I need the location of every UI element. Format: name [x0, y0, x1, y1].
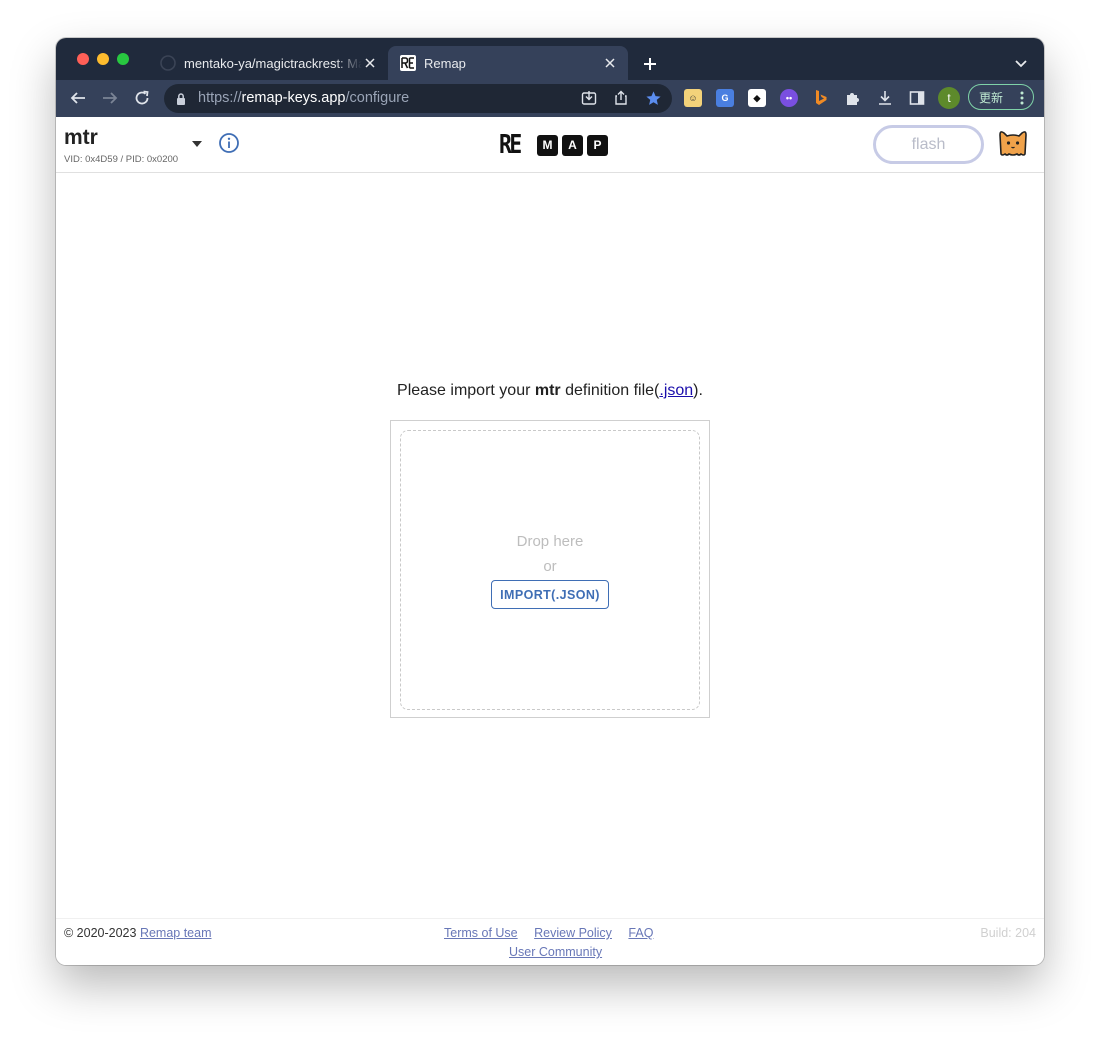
- remap-team-link[interactable]: Remap team: [140, 926, 212, 940]
- back-arrow-icon[interactable]: [68, 88, 88, 108]
- cat-avatar-icon[interactable]: [998, 129, 1028, 157]
- prompt-keyboard-name: mtr: [534, 382, 561, 399]
- close-icon[interactable]: [602, 55, 618, 71]
- url-text: https://remap-keys.app/configure: [198, 90, 410, 106]
- browser-toolbar: https://remap-keys.app/configure ☺ G ◆ •…: [56, 80, 1044, 117]
- update-button[interactable]: 更新: [968, 84, 1034, 110]
- tab-github[interactable]: mentako-ya/magictrackrest: Ma: [148, 46, 388, 80]
- update-label: 更新: [979, 90, 1004, 105]
- reload-icon[interactable]: [132, 88, 152, 108]
- google-translate-icon[interactable]: G: [716, 89, 734, 107]
- extension-ghost-icon[interactable]: ••: [780, 89, 798, 107]
- tab-title: Remap: [424, 55, 466, 71]
- footer: © 2020-2023 Remap team Terms of Use Revi…: [56, 918, 1044, 965]
- tab-remap[interactable]: Remap: [388, 46, 628, 80]
- extension-character-icon[interactable]: ☺: [684, 89, 702, 107]
- puzzle-extensions-icon[interactable]: [844, 89, 862, 107]
- build-number: Build: 204: [980, 926, 1036, 940]
- install-app-icon[interactable]: [580, 89, 598, 107]
- flash-button[interactable]: flash: [873, 125, 984, 164]
- caret-down-icon[interactable]: [190, 137, 204, 151]
- review-policy-link[interactable]: Review Policy: [534, 926, 612, 940]
- minimize-window-button[interactable]: [97, 53, 109, 65]
- close-window-button[interactable]: [77, 53, 89, 65]
- terms-of-use-link[interactable]: Terms of Use: [444, 926, 518, 940]
- new-tab-button[interactable]: [640, 54, 660, 74]
- tab-title: mentako-ya/magictrackrest: Ma: [184, 55, 362, 71]
- json-link[interactable]: .json: [659, 382, 693, 399]
- app-header: mtr VID: 0x4D59 / PID: 0x0200 RE M A P f…: [56, 117, 1044, 173]
- keyboard-name: mtr: [64, 126, 98, 149]
- faq-link[interactable]: FAQ: [628, 926, 653, 940]
- address-bar[interactable]: https://remap-keys.app/configure: [164, 84, 672, 113]
- keyboard-ids: VID: 0x4D59 / PID: 0x0200: [64, 154, 179, 165]
- or-label: or: [543, 558, 557, 575]
- remap-favicon-icon: [400, 55, 416, 71]
- file-dropzone[interactable]: Drop here or IMPORT(.JSON): [400, 430, 700, 710]
- extension-cube-icon[interactable]: ◆: [748, 89, 766, 107]
- drop-here-label: Drop here: [516, 533, 584, 550]
- tab-strip: mentako-ya/magictrackrest: Ma Remap: [56, 38, 1044, 80]
- dropzone-container: Drop here or IMPORT(.JSON): [390, 420, 710, 718]
- lock-icon: [176, 92, 186, 110]
- browser-window: mentako-ya/magictrackrest: Ma Remap http…: [56, 38, 1044, 965]
- download-icon[interactable]: [876, 89, 894, 107]
- share-icon[interactable]: [612, 89, 630, 107]
- import-json-button[interactable]: IMPORT(.JSON): [491, 580, 609, 609]
- chevron-down-icon[interactable]: [1012, 55, 1030, 73]
- profile-avatar[interactable]: t: [938, 87, 960, 109]
- user-community-link[interactable]: User Community: [509, 945, 602, 959]
- bing-icon[interactable]: [812, 89, 830, 107]
- remap-logo: RE M A P: [499, 132, 612, 158]
- side-panel-icon[interactable]: [908, 89, 926, 107]
- github-icon: [160, 55, 176, 71]
- footer-community: User Community: [509, 945, 602, 959]
- more-vertical-icon: [1020, 91, 1024, 108]
- info-icon[interactable]: [218, 132, 240, 154]
- forward-arrow-icon[interactable]: [100, 88, 120, 108]
- bookmark-star-icon[interactable]: [644, 89, 662, 107]
- import-prompt: Please import your mtr definition file(.…: [397, 382, 703, 399]
- footer-links: Terms of Use Review Policy FAQ: [444, 926, 666, 940]
- close-icon[interactable]: [362, 55, 378, 71]
- maximize-window-button[interactable]: [117, 53, 129, 65]
- copyright: © 2020-2023 Remap team: [64, 926, 212, 940]
